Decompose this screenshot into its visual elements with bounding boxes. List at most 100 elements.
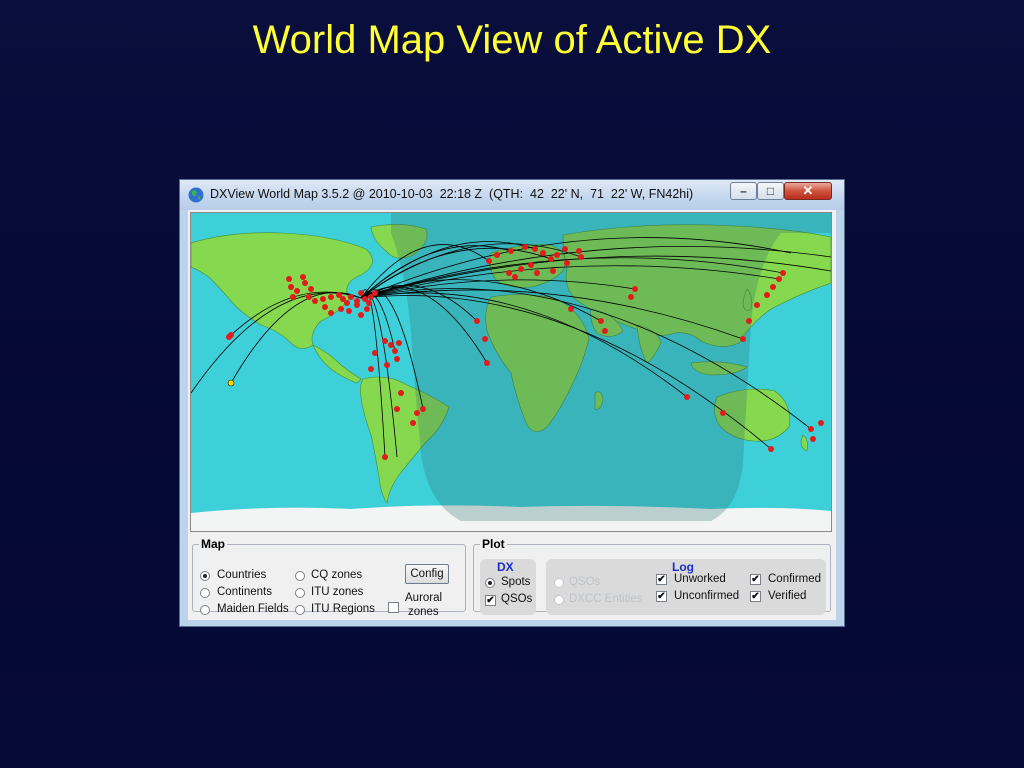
continents-label[interactable]: Continents [217, 586, 272, 599]
dx-spot-dot[interactable] [320, 296, 326, 302]
spots-radio[interactable] [485, 578, 495, 588]
maiden-fields-radio[interactable] [200, 605, 210, 615]
dx-spot-dot[interactable] [398, 390, 404, 396]
dx-spot-dot[interactable] [740, 336, 746, 342]
dx-spot-dot[interactable] [410, 420, 416, 426]
dx-spot-dot[interactable] [382, 454, 388, 460]
dx-spot-dot[interactable] [328, 294, 334, 300]
dx-spot-dot[interactable] [484, 360, 490, 366]
dx-spot-dot[interactable] [322, 304, 328, 310]
dx-spot-dot[interactable] [226, 334, 232, 340]
dx-spot-dot[interactable] [300, 274, 306, 280]
dx-spot-dot[interactable] [312, 298, 318, 304]
dx-spot-dot[interactable] [768, 446, 774, 452]
maiden-fields-label[interactable]: Maiden Fields [217, 603, 289, 616]
dx-spot-dot[interactable] [328, 310, 334, 316]
dx-spot-dot[interactable] [294, 288, 300, 294]
cq-zones-radio[interactable] [295, 571, 305, 581]
unconfirmed-label[interactable]: Unconfirmed [674, 590, 739, 603]
dx-spot-dot[interactable] [354, 302, 360, 308]
dx-spot-dot[interactable] [576, 248, 582, 254]
dx-spot-dot[interactable] [486, 258, 492, 264]
unworked-label[interactable]: Unworked [674, 573, 726, 586]
dx-spot-dot[interactable] [598, 318, 604, 324]
dx-spot-dot[interactable] [308, 286, 314, 292]
dx-spot-dot[interactable] [358, 312, 364, 318]
dx-spot-dot[interactable] [384, 362, 390, 368]
dx-spot-dot[interactable] [532, 246, 538, 252]
dx-spot-dot[interactable] [494, 252, 500, 258]
close-button[interactable]: ✕ [784, 182, 832, 200]
dx-spot-dot[interactable] [550, 268, 556, 274]
dx-spot-dot[interactable] [338, 306, 344, 312]
itu-regions-radio[interactable] [295, 605, 305, 615]
dx-spot-dot[interactable] [780, 270, 786, 276]
dx-spot-dot[interactable] [414, 410, 420, 416]
dx-spot-dot[interactable] [540, 250, 546, 256]
config-button[interactable]: Config [405, 564, 449, 584]
dx-spot-dot[interactable] [754, 302, 760, 308]
dx-spot-dot[interactable] [534, 270, 540, 276]
world-map-canvas[interactable] [191, 213, 831, 531]
dx-spot-dot[interactable] [602, 328, 608, 334]
itu-zones-radio[interactable] [295, 588, 305, 598]
dx-spot-dot[interactable] [818, 420, 824, 426]
dx-spot-dot[interactable] [548, 256, 554, 262]
dx-spot-dot[interactable] [764, 292, 770, 298]
dx-spot-dot[interactable] [344, 300, 350, 306]
qsos-checkbox[interactable]: ✔ [485, 595, 496, 606]
dx-spot-dot[interactable] [508, 248, 514, 254]
dx-spot-dot[interactable] [684, 394, 690, 400]
itu-zones-label[interactable]: ITU zones [311, 586, 363, 599]
unconfirmed-checkbox[interactable]: ✔ [656, 591, 667, 602]
dx-spot-dot[interactable] [392, 348, 398, 354]
dx-spot-dot[interactable] [382, 338, 388, 344]
dx-spot-dot[interactable] [394, 406, 400, 412]
itu-regions-label[interactable]: ITU Regions [311, 603, 375, 616]
dx-spot-dot[interactable] [372, 350, 378, 356]
dx-spot-dot[interactable] [290, 294, 296, 300]
spots-label[interactable]: Spots [501, 576, 530, 589]
verified-checkbox[interactable]: ✔ [750, 591, 761, 602]
unworked-checkbox[interactable]: ✔ [656, 574, 667, 585]
dx-spot-dot[interactable] [512, 274, 518, 280]
dx-spot-dot[interactable] [364, 306, 370, 312]
dx-spot-dot[interactable] [746, 318, 752, 324]
dx-spot-dot[interactable] [388, 342, 394, 348]
dx-spot-dot[interactable] [506, 270, 512, 276]
dx-spot-dot[interactable] [358, 290, 364, 296]
dx-spot-dot[interactable] [346, 308, 352, 314]
dx-spot-dot[interactable] [518, 266, 524, 272]
dx-spot-dot[interactable] [368, 366, 374, 372]
dx-spot-dot[interactable] [776, 276, 782, 282]
window-titlebar[interactable]: DXView World Map 3.5.2 @ 2010-10-03 22:1… [180, 180, 844, 210]
qsos-label[interactable]: QSOs [501, 593, 532, 606]
dx-spot-dot[interactable] [568, 306, 574, 312]
auroral-zones-checkbox[interactable] [388, 602, 399, 613]
maximize-button[interactable]: □ [757, 182, 784, 200]
dx-spot-dot[interactable] [366, 300, 372, 306]
dx-spot-dot[interactable] [564, 260, 570, 266]
dx-spot-dot[interactable] [306, 294, 312, 300]
minimize-button[interactable]: – [730, 182, 757, 200]
confirmed-label[interactable]: Confirmed [768, 573, 821, 586]
dx-spot-dot[interactable] [628, 294, 634, 300]
dx-spot-dot[interactable] [288, 284, 294, 290]
countries-label[interactable]: Countries [217, 569, 266, 582]
countries-radio[interactable] [200, 571, 210, 581]
dx-spot-dot[interactable] [482, 336, 488, 342]
dx-spot-dot[interactable] [474, 318, 480, 324]
dx-spot-dot[interactable] [632, 286, 638, 292]
verified-label[interactable]: Verified [768, 590, 806, 603]
dx-spot-dot[interactable] [808, 426, 814, 432]
dx-spot-dot[interactable] [562, 246, 568, 252]
dx-spot-dot[interactable] [286, 276, 292, 282]
dx-spot-dot[interactable] [348, 294, 354, 300]
dx-spot-dot[interactable] [302, 280, 308, 286]
world-map[interactable] [190, 212, 832, 532]
dx-spot-dot[interactable] [528, 262, 534, 268]
dx-spot-dot[interactable] [420, 406, 426, 412]
dx-spot-dot[interactable] [578, 254, 584, 260]
cq-zones-label[interactable]: CQ zones [311, 569, 362, 582]
dx-spot-dot[interactable] [396, 340, 402, 346]
